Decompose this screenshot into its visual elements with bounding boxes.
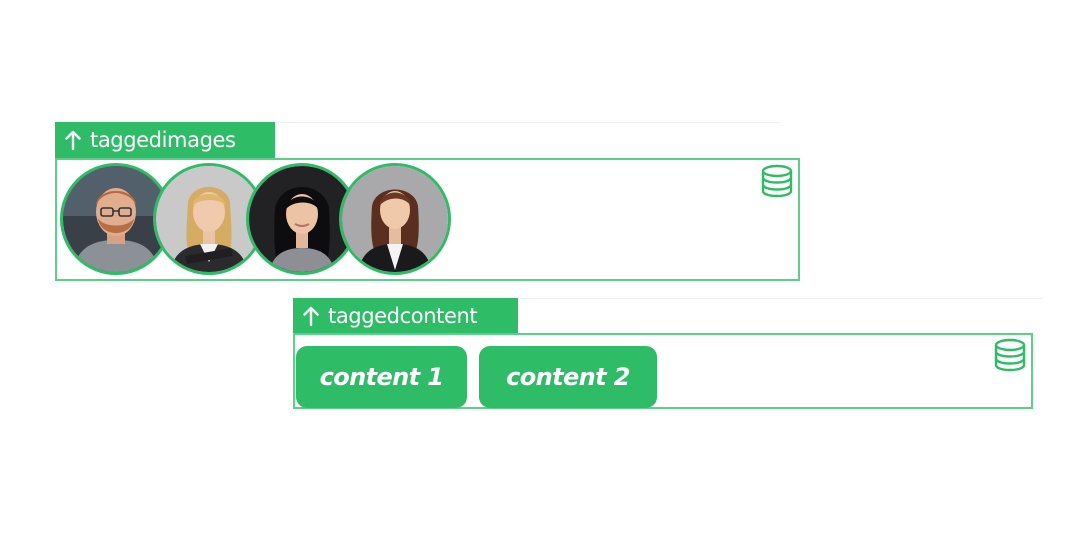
taggedcontent-label-text: taggedcontent	[328, 304, 478, 328]
taggedcontent-container: content 1 content 2	[293, 333, 1033, 409]
database-icon[interactable]	[759, 163, 795, 199]
content-item-2[interactable]: content 2	[479, 346, 657, 408]
taggedcontent-label[interactable]: taggedcontent	[293, 298, 518, 334]
taggedimages-label[interactable]: taggedimages	[55, 122, 275, 158]
database-icon[interactable]	[992, 337, 1028, 373]
arrow-up-icon	[303, 306, 319, 327]
taggedimages-container	[55, 158, 800, 281]
content-item-1[interactable]: content 1	[296, 346, 467, 408]
taggedimages-label-text: taggedimages	[90, 128, 236, 152]
avatar-woman-brown-hair[interactable]	[339, 163, 451, 275]
arrow-up-icon	[65, 130, 81, 151]
